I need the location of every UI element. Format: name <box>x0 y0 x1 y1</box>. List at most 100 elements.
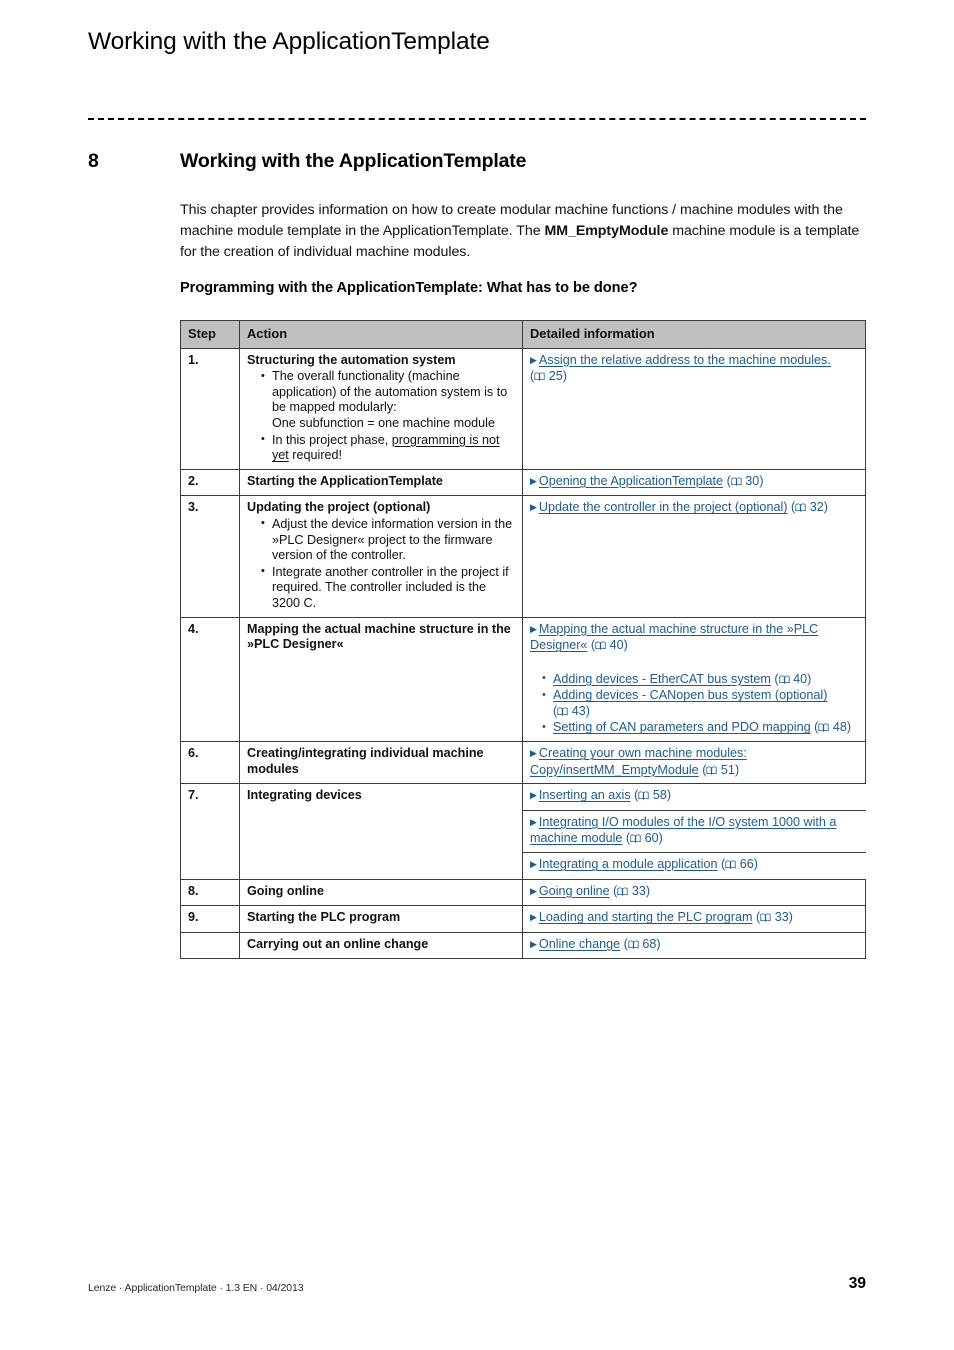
cell-action: Carrying out an online change <box>239 931 523 960</box>
action-bullet-item: Adjust the device information version in… <box>260 516 516 564</box>
detail-link-label[interactable]: Loading and starting the PLC program <box>539 910 753 924</box>
detail-link[interactable]: ▶ Update the controller in the project (o… <box>530 500 859 517</box>
cell-detailed-information: ▶ Assign the relative address to the mach… <box>522 347 866 470</box>
cell-detailed-information: ▶ Inserting an axis ( 58) ▶ Integrating I/O… <box>523 784 866 879</box>
section-subheading: Programming with the ApplicationTemplate… <box>180 280 638 296</box>
table-header-row: Step Action Detailed information <box>180 320 866 349</box>
cell-detailed-information: ▶ Online change ( 68) <box>522 931 866 960</box>
triangle-right-icon: ▶ <box>530 748 537 759</box>
table-head: Step Action Detailed information <box>180 320 866 349</box>
page-reference[interactable]: ( 33) <box>613 884 650 898</box>
page-reference[interactable]: ( 58) <box>634 788 671 802</box>
action-bullet-list: The overall functionality (machine appli… <box>247 369 516 464</box>
detail-link[interactable]: ▶ Loading and starting the PLC program ( … <box>530 910 859 927</box>
table-row: Carrying out an online change ▶ Online cha… <box>180 931 866 960</box>
cell-step: 1. <box>180 347 240 470</box>
page-reference[interactable]: ( 68) <box>624 937 661 951</box>
detail-link-label[interactable]: Integrating I/O modules of the I/O syste… <box>530 815 836 846</box>
step-number: 1. <box>188 352 199 367</box>
action-bullet-list: Adjust the device information version in… <box>247 516 516 612</box>
triangle-right-icon: ▶ <box>530 885 537 896</box>
detail-sub-link[interactable]: Adding devices - EtherCAT bus system ( 4… <box>542 671 859 688</box>
cell-step: 3. <box>180 495 240 618</box>
table-row: 9. Starting the PLC program ▶ Loading and s… <box>180 905 866 933</box>
detail-link[interactable]: ▶ Creating your own machine modules: Copy… <box>530 746 859 778</box>
detail-link-label[interactable]: Update the controller in the project (op… <box>539 500 788 514</box>
detail-sub-link[interactable]: Adding devices - CANopen bus system (opt… <box>542 688 859 719</box>
page-reference[interactable]: ( 30) <box>727 474 764 488</box>
page-reference[interactable]: ( 43) <box>553 704 590 718</box>
detail-link-label[interactable]: Integrating a module application <box>539 857 718 871</box>
cell-action: Integrating devices <box>239 783 523 880</box>
detail-sub-link-label[interactable]: Adding devices - EtherCAT bus system <box>553 672 771 686</box>
detail-link-label[interactable]: Inserting an axis <box>539 788 631 802</box>
page-reference[interactable]: ( 40) <box>774 672 811 686</box>
detail-sub-link-label[interactable]: Setting of CAN parameters and PDO mappin… <box>553 720 811 734</box>
detail-link-label[interactable]: Opening the ApplicationTemplate <box>539 474 723 488</box>
detail-link[interactable]: ▶ Integrating a module application ( 66) <box>530 857 860 874</box>
page-reference-number: 60 <box>644 831 659 846</box>
cell-step: 7. <box>180 783 240 880</box>
detail-link-label[interactable]: Mapping the actual machine structure in … <box>530 622 818 653</box>
page-reference-number: 30 <box>745 473 760 488</box>
cell-action: Structuring the automation system The ove… <box>239 347 523 470</box>
page-reference[interactable]: ( 60) <box>626 831 663 845</box>
cell-detailed-information: ▶ Update the controller in the project (o… <box>522 495 866 618</box>
triangle-right-icon: ▶ <box>530 502 537 513</box>
cell-detail-subrow: ▶ Inserting an axis ( 58) <box>523 784 866 811</box>
triangle-right-icon: ▶ <box>530 816 537 827</box>
table-row: 7. Integrating devices ▶ Inserting an axis … <box>180 783 866 880</box>
page-reference[interactable]: ( 51) <box>702 763 739 777</box>
step-number: 4. <box>188 621 199 636</box>
action-title: Starting the ApplicationTemplate <box>247 473 443 488</box>
steps-table: Step Action Detailed information 1. Struc… <box>180 320 866 960</box>
detail-link[interactable]: ▶ Assign the relative address to the mach… <box>530 353 859 385</box>
detail-sub-link[interactable]: Setting of CAN parameters and PDO mappin… <box>542 720 859 736</box>
detail-subrow-table: ▶ Inserting an axis ( 58) ▶ Integrating I/O… <box>523 784 866 878</box>
page-reference[interactable]: ( 40) <box>591 638 628 652</box>
book-icon <box>617 887 628 896</box>
detail-link-label[interactable]: Assign the relative address to the machi… <box>539 353 831 367</box>
detail-link[interactable]: ▶ Integrating I/O modules of the I/O syst… <box>530 815 860 847</box>
page-reference-number: 33 <box>631 883 646 898</box>
triangle-right-icon: ▶ <box>530 859 537 870</box>
detail-link[interactable]: ▶ Online change ( 68) <box>530 937 859 954</box>
cell-detail-subrow: ▶ Integrating I/O modules of the I/O syst… <box>523 810 866 854</box>
triangle-right-icon: ▶ <box>530 354 537 365</box>
cell-detailed-information: ▶ Going online ( 33) <box>522 878 866 907</box>
page-reference-number: 33 <box>774 910 789 925</box>
book-icon <box>731 477 742 486</box>
page-reference-number: 25 <box>548 369 563 384</box>
action-bullet-item: In this project phase, programming is no… <box>260 432 516 464</box>
detail-link[interactable]: ▶ Mapping the actual machine structure in… <box>530 622 859 654</box>
detail-link-label[interactable]: Going online <box>539 884 610 898</box>
page-reference[interactable]: ( 32) <box>791 500 828 514</box>
detail-link[interactable]: ▶ Going online ( 33) <box>530 884 859 901</box>
book-icon <box>779 675 790 684</box>
cell-action: Starting the PLC program <box>239 905 523 933</box>
detail-sub-link-label[interactable]: Adding devices - CANopen bus system (opt… <box>553 688 827 702</box>
triangle-right-icon: ▶ <box>530 938 537 949</box>
book-icon <box>630 834 641 844</box>
page-reference[interactable]: ( 33) <box>756 910 793 924</box>
footer-page-number: 39 <box>848 1275 866 1292</box>
page-reference-number: 51 <box>720 762 735 777</box>
book-icon <box>557 707 568 716</box>
detail-link[interactable]: ▶ Opening the ApplicationTemplate ( 30) <box>530 474 859 491</box>
page-reference[interactable]: ( 25) <box>530 369 567 383</box>
table-row: 6. Creating/integrating individual machin… <box>180 741 866 785</box>
step-number: 6. <box>188 746 199 761</box>
page-reference-number: 43 <box>571 703 586 718</box>
page-reference[interactable]: ( 66) <box>721 857 758 871</box>
page-reference-number: 48 <box>832 720 847 735</box>
action-title: Mapping the actual machine structure in … <box>247 621 511 652</box>
table-row: 4. Mapping the actual machine structure i… <box>180 616 866 743</box>
triangle-right-icon: ▶ <box>530 475 537 486</box>
action-title: Carrying out an online change <box>247 936 429 951</box>
page-reference[interactable]: ( 48) <box>814 720 851 734</box>
detail-link[interactable]: ▶ Inserting an axis ( 58) <box>530 788 860 805</box>
detail-link-label[interactable]: Online change <box>539 937 620 951</box>
action-title: Creating/integrating individual machine … <box>247 746 484 776</box>
cell-step: 2. <box>180 468 240 497</box>
book-icon <box>595 641 606 650</box>
